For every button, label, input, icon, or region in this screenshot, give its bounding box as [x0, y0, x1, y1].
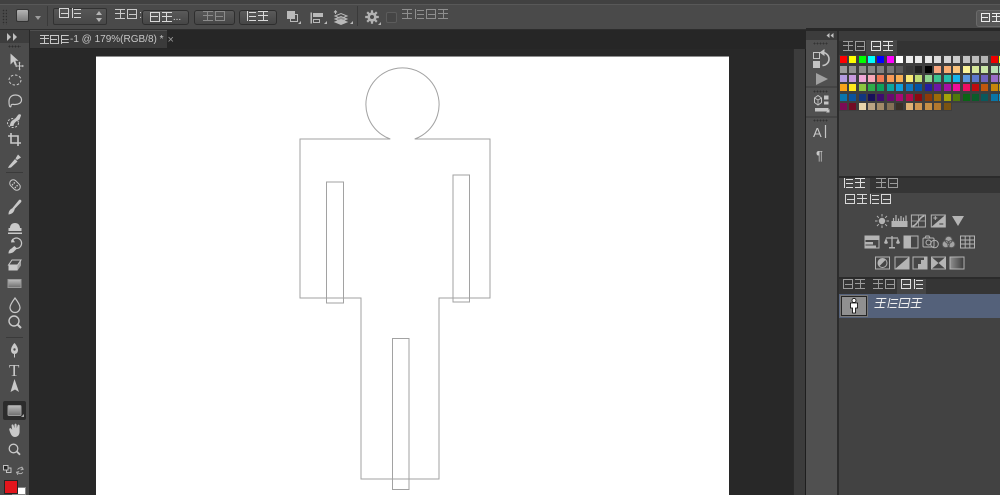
svg-text:¶: ¶: [816, 148, 823, 163]
svg-text:A: A: [813, 125, 822, 140]
svg-text:T: T: [9, 361, 20, 380]
